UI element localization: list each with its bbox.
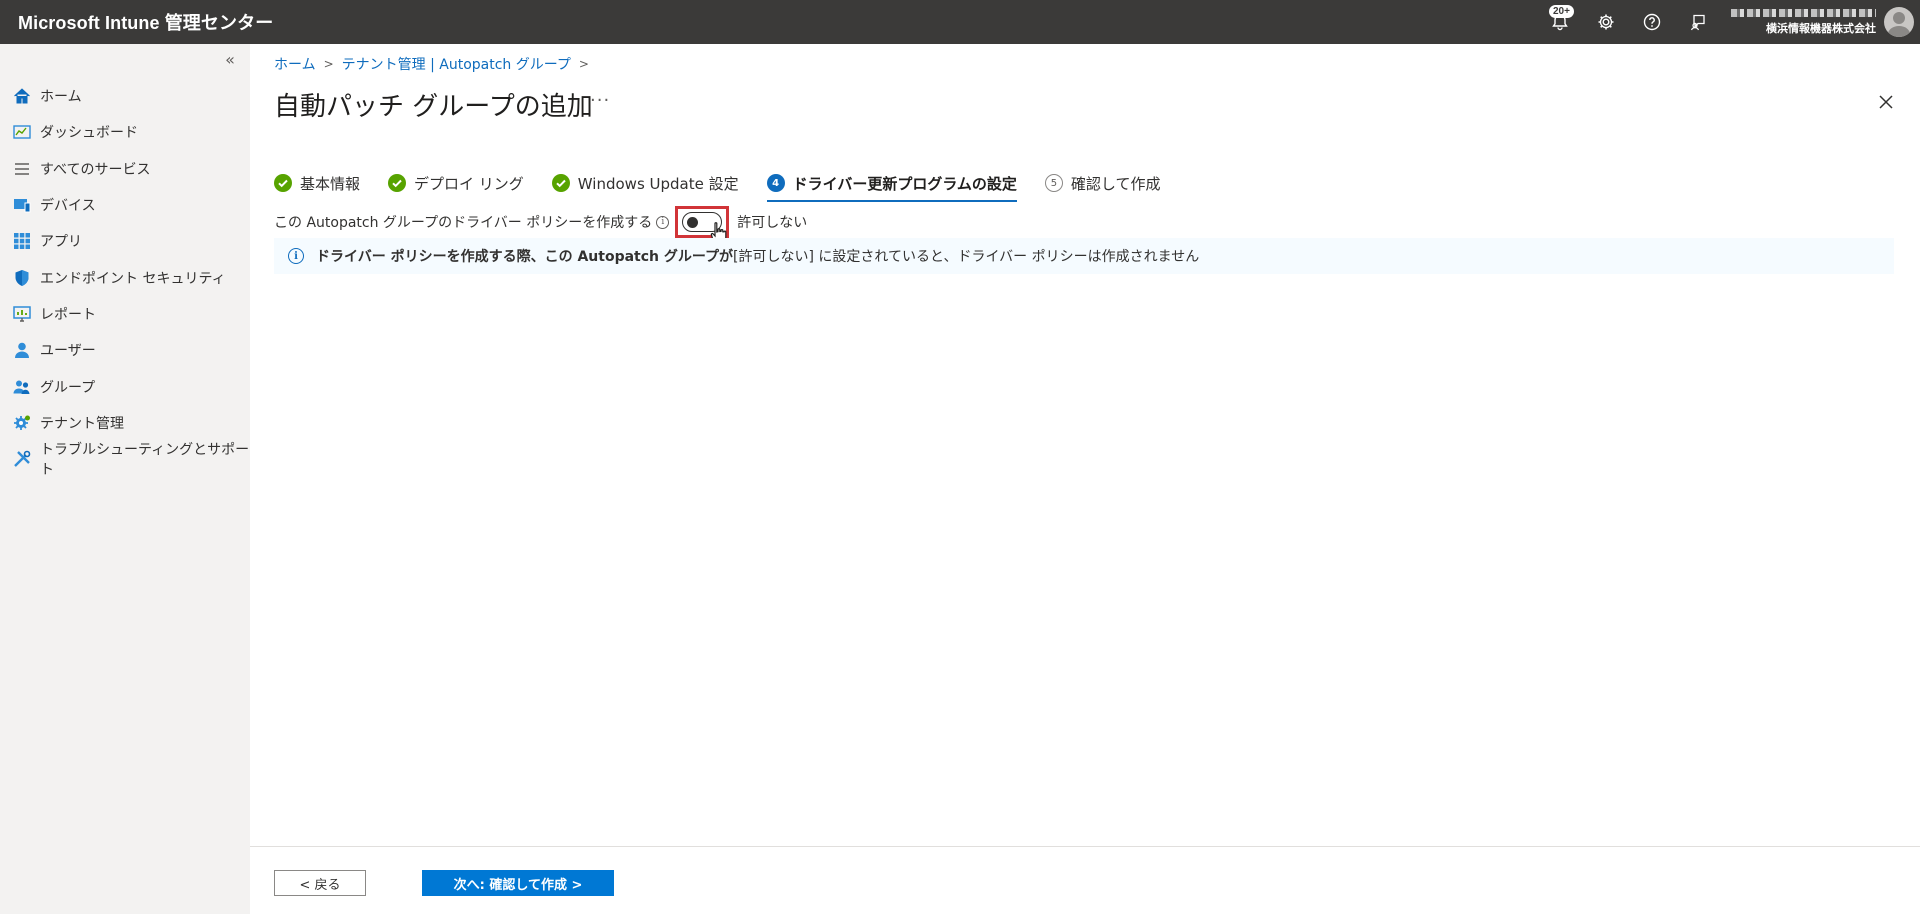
sidebar-item-label: アプリ bbox=[40, 234, 82, 251]
account-info[interactable]: 横浜情報機器株式会社 bbox=[1731, 8, 1876, 36]
notification-badge: 20+ bbox=[1549, 5, 1574, 18]
checkmark-icon bbox=[551, 174, 570, 192]
dashboard-icon bbox=[12, 122, 32, 142]
step-number-badge: 5 bbox=[1044, 174, 1063, 192]
feedback-button[interactable] bbox=[1675, 0, 1721, 44]
sidebar-item-endpoint-security[interactable]: エンドポイント セキュリティ bbox=[0, 259, 250, 295]
breadcrumb: ホーム > テナント管理 | Autopatch グループ > bbox=[274, 54, 597, 74]
page-title: 自動パッチ グループの追加 bbox=[274, 92, 593, 122]
sidebar-item-users[interactable]: ユーザー bbox=[0, 332, 250, 368]
tab-label: ドライバー更新プログラムの設定 bbox=[792, 174, 1017, 193]
top-bar-actions: 20+ 横浜情報機器株式会社 bbox=[1537, 0, 1920, 44]
sidebar-item-groups[interactable]: グループ bbox=[0, 368, 250, 404]
sidebar-item-apps[interactable]: アプリ bbox=[0, 223, 250, 259]
sidebar-item-all-services[interactable]: すべてのサービス bbox=[0, 151, 250, 187]
chevron-right-icon: > bbox=[578, 57, 589, 71]
tenant-gear-icon bbox=[12, 413, 32, 433]
close-icon bbox=[1879, 95, 1893, 109]
tools-icon bbox=[12, 449, 32, 469]
back-button[interactable]: < 戻る bbox=[274, 870, 366, 896]
collapse-sidebar-button[interactable]: « bbox=[218, 50, 242, 74]
sidebar-item-devices[interactable]: デバイス bbox=[0, 187, 250, 223]
sidebar-item-label: エンドポイント セキュリティ bbox=[40, 270, 226, 287]
sidebar-nav: ホーム ダッシュボード すべてのサービス デバイス アプリ エンドポイント セキ… bbox=[0, 78, 250, 479]
tab-review-create[interactable]: 5 確認して作成 bbox=[1044, 168, 1161, 198]
info-bold-text: ドライバー ポリシーを作成する際、この Autopatch グループが bbox=[316, 249, 734, 265]
user-icon bbox=[12, 340, 32, 360]
sidebar-item-label: トラブルシューティングとサポート bbox=[40, 442, 250, 479]
feedback-icon bbox=[1690, 14, 1705, 31]
tab-windows-update-settings[interactable]: Windows Update 設定 bbox=[551, 168, 739, 198]
apps-grid-icon bbox=[12, 231, 32, 251]
sidebar-item-label: ダッシュボード bbox=[40, 125, 138, 142]
footer-divider bbox=[250, 846, 1920, 847]
sidebar-item-label: グループ bbox=[40, 379, 96, 396]
checkmark-icon bbox=[274, 174, 292, 192]
sidebar-item-home[interactable]: ホーム bbox=[0, 78, 250, 114]
close-button[interactable] bbox=[1874, 90, 1898, 114]
info-icon[interactable]: i bbox=[656, 215, 670, 229]
sidebar-item-label: デバイス bbox=[40, 198, 96, 215]
tab-label: Windows Update 設定 bbox=[577, 174, 739, 193]
checkmark-icon bbox=[388, 174, 407, 192]
sidebar-item-troubleshooting[interactable]: トラブルシューティングとサポート bbox=[0, 441, 250, 479]
tab-basics[interactable]: 基本情報 bbox=[274, 168, 360, 198]
settings-button[interactable] bbox=[1583, 0, 1629, 44]
tab-label: デプロイ リング bbox=[414, 174, 524, 193]
breadcrumb-home-link[interactable]: ホーム bbox=[274, 54, 316, 74]
info-message-bar: i ドライバー ポリシーを作成する際、この Autopatch グループが [許… bbox=[274, 238, 1894, 274]
main-content: ホーム > テナント管理 | Autopatch グループ > 自動パッチ グル… bbox=[250, 44, 1920, 914]
avatar[interactable] bbox=[1884, 7, 1914, 37]
group-icon bbox=[12, 377, 32, 397]
info-text: [許可しない] に設定されていると、ドライバー ポリシーは作成されません bbox=[733, 249, 1200, 265]
sidebar-item-reports[interactable]: レポート bbox=[0, 296, 250, 332]
sidebar-item-label: レポート bbox=[40, 306, 96, 323]
step-number-badge: 4 bbox=[766, 174, 785, 192]
help-icon bbox=[1643, 13, 1661, 31]
device-icon bbox=[12, 195, 32, 215]
driver-policy-row: この Autopatch グループのドライバー ポリシーを作成する i 許可しな… bbox=[274, 206, 808, 245]
report-icon bbox=[12, 304, 32, 324]
app-title[interactable]: Microsoft Intune 管理センター bbox=[0, 9, 273, 35]
wizard-tabs: 基本情報 デプロイ リング Windows Update 設定 4 ドライバー更… bbox=[274, 168, 1188, 202]
top-bar: Microsoft Intune 管理センター 20+ 横浜情報機器株式会社 bbox=[0, 0, 1920, 44]
more-options-button[interactable]: ··· bbox=[590, 90, 610, 111]
toggle-highlight bbox=[675, 206, 730, 245]
sidebar-item-tenant-admin[interactable]: テナント管理 bbox=[0, 405, 250, 441]
info-icon: i bbox=[288, 248, 304, 264]
tab-label: 確認して作成 bbox=[1070, 174, 1161, 193]
breadcrumb-tenant-link[interactable]: テナント管理 | Autopatch グループ bbox=[342, 54, 571, 74]
sidebar-item-label: すべてのサービス bbox=[40, 161, 151, 178]
toggle-knob bbox=[687, 217, 699, 228]
help-button[interactable] bbox=[1629, 0, 1675, 44]
sidebar-item-label: ホーム bbox=[40, 89, 82, 106]
chevron-right-icon: > bbox=[323, 57, 334, 71]
next-review-create-button[interactable]: 次へ: 確認して作成 > bbox=[422, 870, 614, 896]
gear-icon bbox=[1598, 14, 1614, 30]
sidebar-item-label: テナント管理 bbox=[40, 415, 124, 432]
driver-policy-label: この Autopatch グループのドライバー ポリシーを作成する bbox=[274, 215, 653, 231]
tab-label: 基本情報 bbox=[300, 174, 361, 193]
tab-deployment-rings[interactable]: デプロイ リング bbox=[388, 168, 524, 198]
sidebar: « ホーム ダッシュボード すべてのサービス デバイス アプリ エンドポイント … bbox=[0, 44, 250, 914]
org-name: 横浜情報機器株式会社 bbox=[1766, 22, 1876, 35]
toggle-state-label: 許可しない bbox=[737, 215, 808, 231]
sidebar-item-label: ユーザー bbox=[40, 343, 96, 360]
notifications-button[interactable]: 20+ bbox=[1537, 0, 1583, 44]
tab-driver-update-settings[interactable]: 4 ドライバー更新プログラムの設定 bbox=[766, 168, 1018, 202]
user-name-redacted bbox=[1731, 8, 1876, 17]
list-icon bbox=[12, 159, 32, 179]
shield-icon bbox=[12, 268, 32, 288]
sidebar-item-dashboard[interactable]: ダッシュボード bbox=[0, 114, 250, 150]
home-icon bbox=[12, 86, 32, 106]
